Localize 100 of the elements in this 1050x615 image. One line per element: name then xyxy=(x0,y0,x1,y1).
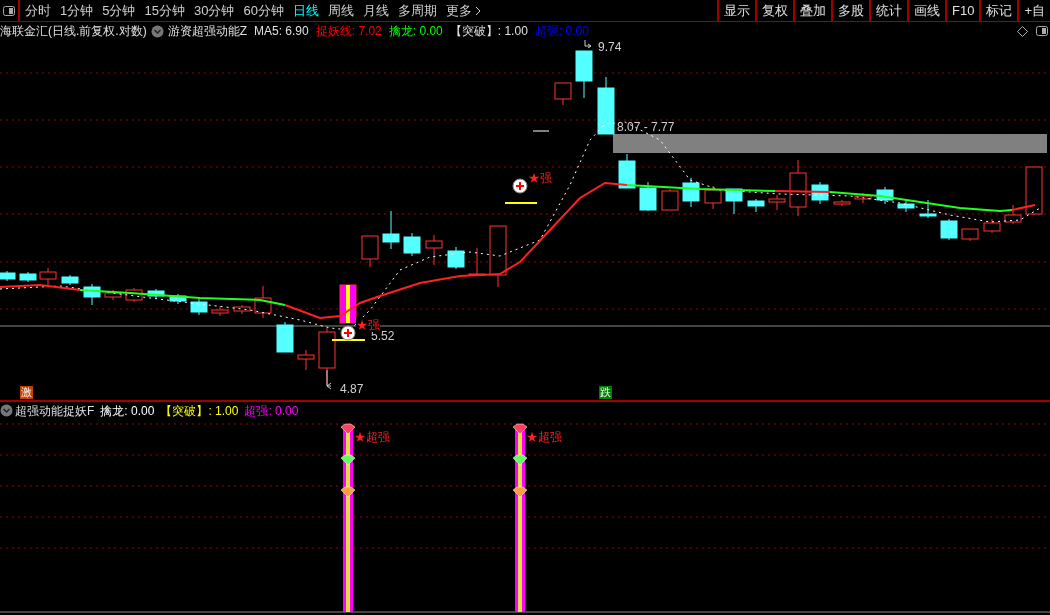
signal-label: ★超强 xyxy=(354,430,390,444)
diamond-icon xyxy=(512,454,528,466)
diamond-icon xyxy=(512,423,528,435)
candlestick xyxy=(425,234,443,266)
indicator-value: 擒龙: 0.00 xyxy=(388,23,443,40)
indicator-value: 捉妖线: 7.02 xyxy=(315,23,382,40)
candlestick xyxy=(403,232,421,257)
candlestick xyxy=(361,235,379,268)
candlestick xyxy=(190,298,208,316)
candlestick xyxy=(276,321,294,353)
signal-badge: 激 xyxy=(20,386,33,399)
period-tab[interactable]: 多周期 xyxy=(397,0,437,21)
toolbar-button[interactable]: 叠加 xyxy=(793,0,831,21)
candlestick xyxy=(169,293,187,305)
period-tab[interactable]: 1分钟 xyxy=(60,0,94,21)
indicator-value: 超强: 0.00 xyxy=(244,402,299,420)
candlestick xyxy=(382,210,400,250)
marker-line xyxy=(504,202,538,204)
indicator-value: 【突破】: 1.00 xyxy=(449,23,528,40)
candlestick xyxy=(83,283,101,306)
diamond-icon xyxy=(512,486,528,498)
toolbar-button[interactable]: 标记 xyxy=(979,0,1018,21)
candlestick xyxy=(254,285,272,319)
high-arrow-icon xyxy=(584,40,592,49)
candlestick xyxy=(704,185,722,210)
candlestick xyxy=(618,153,636,189)
signal-badge: 跌 xyxy=(599,386,612,399)
more-button[interactable]: 更多 xyxy=(445,0,481,21)
candlestick xyxy=(233,304,251,315)
signal-label: ★强 xyxy=(528,171,552,185)
candlestick xyxy=(961,228,979,242)
toolbar-button[interactable]: 统计 xyxy=(869,0,907,21)
candlestick xyxy=(940,218,958,241)
candlestick xyxy=(597,76,615,135)
candlestick xyxy=(447,246,465,270)
period-tab[interactable]: 15分钟 xyxy=(144,0,185,21)
candlestick xyxy=(747,198,765,213)
panel-toggle-icon[interactable] xyxy=(3,5,15,16)
period-tab[interactable]: 60分钟 xyxy=(243,0,284,21)
candlestick xyxy=(682,177,700,208)
candlestick xyxy=(983,218,1001,234)
indicator-value: 【突破】: 1.00 xyxy=(160,402,239,420)
period-tab[interactable]: 周线 xyxy=(327,0,354,21)
diamond-icon xyxy=(340,454,356,466)
diamond-icon xyxy=(340,486,356,498)
candlestick xyxy=(661,188,679,211)
indicator-value: MA5: 6.90 xyxy=(254,23,309,40)
candlestick xyxy=(19,271,37,283)
stock-title: 海联金汇(日线.前复权.对数) xyxy=(0,23,147,40)
candlestick xyxy=(768,194,786,211)
candlestick xyxy=(876,186,894,205)
candlestick xyxy=(833,199,851,207)
candlestick xyxy=(468,247,486,276)
candlestick xyxy=(1004,204,1022,225)
period-tab[interactable]: 分时 xyxy=(25,0,51,21)
collapse-icon[interactable] xyxy=(0,404,13,417)
toolbar-button[interactable]: 复权 xyxy=(755,0,793,21)
candlestick xyxy=(919,199,937,219)
candlestick xyxy=(575,50,593,99)
candlestick xyxy=(1025,166,1043,216)
indicator-name: 超强动能捉妖F xyxy=(15,402,95,420)
low-arrow-icon xyxy=(326,369,332,390)
signal-label: ★超强 xyxy=(526,430,562,444)
candlestick xyxy=(725,188,743,215)
marker-line xyxy=(331,339,366,341)
toolbar-button[interactable]: 画线 xyxy=(907,0,945,21)
candlestick xyxy=(0,270,16,282)
candlestick xyxy=(211,305,229,317)
low-price-label: 4.87 xyxy=(340,382,364,396)
diamond-icon xyxy=(340,423,356,435)
candlestick xyxy=(789,159,807,217)
price-range-label: 8.07 - 7.77 xyxy=(617,120,675,134)
candlestick xyxy=(854,192,872,204)
toolbar-button[interactable]: 显示 xyxy=(717,0,755,21)
candlestick xyxy=(147,288,165,300)
toolbar-button[interactable]: +自 xyxy=(1017,0,1050,21)
candlestick xyxy=(554,82,572,106)
toolbar-button[interactable]: F10 xyxy=(945,0,980,21)
period-tab[interactable]: 月线 xyxy=(362,0,389,21)
candlestick xyxy=(125,287,143,303)
plus-circle-icon xyxy=(512,178,528,194)
candlestick xyxy=(489,225,507,288)
indicator-name: 游资超强动能Z xyxy=(167,23,247,40)
indicator-value: 擒龙: 0.00 xyxy=(100,402,155,420)
signal-bar xyxy=(339,284,357,324)
candlestick xyxy=(297,349,315,371)
panel-toggle-icon[interactable] xyxy=(1036,26,1048,36)
candlestick xyxy=(811,181,829,205)
candlestick xyxy=(61,274,79,286)
marker-line xyxy=(532,130,550,132)
diamond-outline-icon[interactable] xyxy=(1017,25,1028,37)
collapse-icon[interactable] xyxy=(150,24,164,38)
candlestick xyxy=(639,181,657,212)
period-tab[interactable]: 5分钟 xyxy=(102,0,136,21)
period-tab[interactable]: 30分钟 xyxy=(193,0,235,21)
toolbar-button[interactable]: 多股 xyxy=(831,0,869,21)
period-tab[interactable]: 日线 xyxy=(292,0,319,21)
candlestick xyxy=(897,199,915,213)
chevron-right-icon xyxy=(474,5,481,16)
indicator-value: 超强: 0.00 xyxy=(534,23,589,40)
